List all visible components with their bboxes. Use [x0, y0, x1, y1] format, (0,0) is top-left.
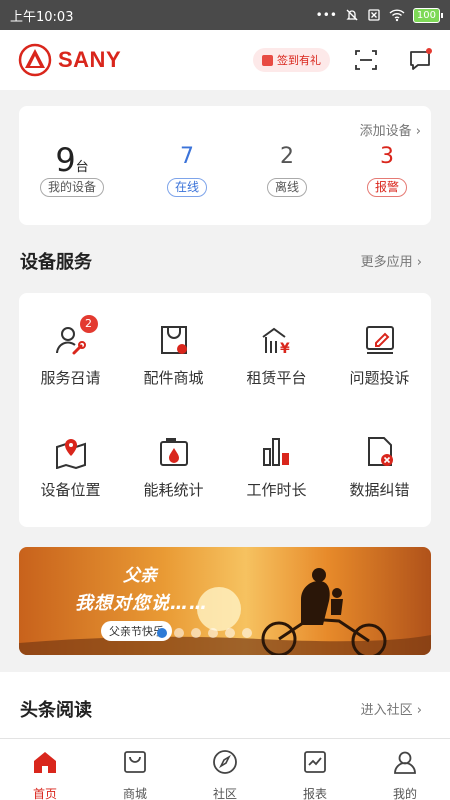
sany-logo-icon — [18, 43, 52, 77]
my-devices-unit: 台 — [75, 160, 89, 175]
enter-community-link[interactable]: 进入社区 › — [361, 699, 422, 718]
svg-text:¥: ¥ — [280, 341, 290, 357]
mute-icon — [346, 9, 358, 21]
carousel-dot[interactable] — [174, 628, 184, 638]
news-section-title: 头条阅读 — [20, 700, 92, 721]
profile-icon — [394, 751, 416, 774]
services-card: 2 服务召请 配件商城 ¥ 租赁平台 问题投诉 设备位置 能耗统计 工作时长 数… — [19, 293, 431, 527]
offline-count: 2 — [280, 144, 294, 169]
service-item-parts-shop[interactable]: 配件商城 — [122, 323, 225, 388]
battery-icon: 100 — [412, 7, 444, 23]
bottom-tab-bar: 首页 商城 社区 报表 我的 — [0, 738, 450, 800]
service-label: 能耗统计 — [143, 481, 204, 499]
tab-label: 社区 — [212, 787, 237, 800]
service-item-work-hours[interactable]: 工作时长 — [225, 435, 328, 500]
online-count: 7 — [180, 144, 194, 169]
carousel-dot[interactable] — [225, 628, 235, 638]
add-device-link[interactable]: 添加设备 › — [360, 120, 421, 139]
service-label: 租赁平台 — [246, 369, 307, 387]
carousel-dot[interactable] — [157, 628, 167, 638]
service-item-location[interactable]: 设备位置 — [19, 435, 122, 500]
carousel-dot[interactable] — [191, 628, 201, 638]
work-hours-icon — [260, 435, 294, 469]
data-correction-icon — [363, 435, 397, 469]
location-icon — [54, 435, 88, 470]
checkin-label: 签到有礼 — [277, 54, 321, 67]
my-devices-number: 9 — [55, 141, 76, 179]
shop-icon — [124, 751, 146, 773]
service-label: 工作时长 — [246, 481, 307, 499]
service-label: 问题投诉 — [349, 369, 410, 387]
calendar-check-icon — [262, 54, 273, 66]
promo-banner[interactable]: 父亲 我想对您说…… 父亲节快乐 — [19, 547, 431, 655]
status-time: 上午10:03 — [10, 9, 74, 25]
service-item-rental[interactable]: ¥ 租赁平台 — [225, 323, 328, 388]
app-header: SANY 签到有礼 — [0, 30, 450, 90]
sim-off-icon — [368, 9, 380, 21]
tab-report[interactable]: 报表 — [270, 739, 360, 800]
tab-label: 我的 — [392, 787, 417, 800]
scan-icon[interactable] — [354, 48, 378, 72]
service-label: 数据纠错 — [349, 481, 410, 499]
device-stats-card: 添加设备 › 9台 我的设备 7 在线 2 离线 3 报警 — [19, 106, 431, 225]
my-devices-label: 我的设备 — [39, 178, 104, 197]
sany-logo: SANY — [18, 43, 253, 77]
more-apps-label: 更多应用 — [360, 255, 413, 270]
wifi-icon — [389, 9, 405, 22]
tab-label: 报表 — [302, 787, 327, 800]
tab-label: 商城 — [122, 787, 147, 800]
carousel-dot[interactable] — [242, 628, 252, 638]
message-button[interactable] — [408, 48, 432, 72]
checkin-button[interactable]: 签到有礼 — [253, 48, 330, 72]
parts-shop-icon — [157, 323, 191, 357]
home-icon — [34, 752, 56, 773]
complaint-icon — [363, 323, 397, 357]
service-call-badge: 2 — [79, 315, 98, 333]
report-icon — [304, 751, 326, 773]
alarm-count: 3 — [380, 144, 394, 169]
more-apps-link[interactable]: 更多应用 › — [361, 251, 422, 270]
compass-icon — [213, 750, 237, 774]
news-section: 头条阅读 进入社区 › — [0, 672, 450, 738]
service-label: 服务召请 — [40, 369, 101, 387]
service-item-data-correction[interactable]: 数据纠错 — [328, 435, 431, 500]
tab-home[interactable]: 首页 — [0, 739, 90, 800]
tab-label: 首页 — [32, 787, 57, 800]
enter-community-label: 进入社区 — [360, 703, 413, 718]
message-icon — [410, 48, 432, 70]
brand-name: SANY — [58, 47, 122, 72]
service-label: 设备位置 — [40, 481, 101, 499]
carousel-indicator — [157, 628, 252, 638]
stat-online[interactable]: 7 在线 — [137, 144, 237, 197]
services-section-title: 设备服务 — [20, 252, 92, 273]
stat-alarm[interactable]: 3 报警 — [337, 144, 437, 197]
service-item-service-call[interactable]: 2 服务召请 — [19, 315, 122, 388]
alarm-label: 报警 — [366, 178, 407, 197]
stat-my-devices[interactable]: 9台 我的设备 — [22, 144, 122, 197]
service-item-complaint[interactable]: 问题投诉 — [328, 323, 431, 388]
stat-offline[interactable]: 2 离线 — [237, 144, 337, 197]
service-label: 配件商城 — [143, 369, 204, 387]
add-device-label: 添加设备 — [359, 124, 412, 139]
offline-label: 离线 — [266, 178, 307, 197]
status-bar: 上午10:03 ••• 100 — [0, 0, 450, 30]
tab-community[interactable]: 社区 — [180, 739, 270, 800]
banner-subtitle: 我想对您说…… — [75, 593, 208, 614]
service-call-icon: 2 — [54, 315, 98, 357]
status-icons: ••• 100 — [315, 7, 444, 23]
more-dots-icon: ••• — [315, 8, 337, 22]
carousel-dot[interactable] — [208, 628, 218, 638]
banner-title: 父亲 — [123, 566, 157, 586]
rental-icon: ¥ — [260, 323, 294, 357]
tab-profile[interactable]: 我的 — [360, 739, 450, 800]
my-devices-count: 9台 — [22, 144, 122, 176]
online-label: 在线 — [166, 178, 207, 197]
energy-icon — [157, 435, 191, 469]
service-item-energy[interactable]: 能耗统计 — [122, 435, 225, 500]
tab-shop[interactable]: 商城 — [90, 739, 180, 800]
